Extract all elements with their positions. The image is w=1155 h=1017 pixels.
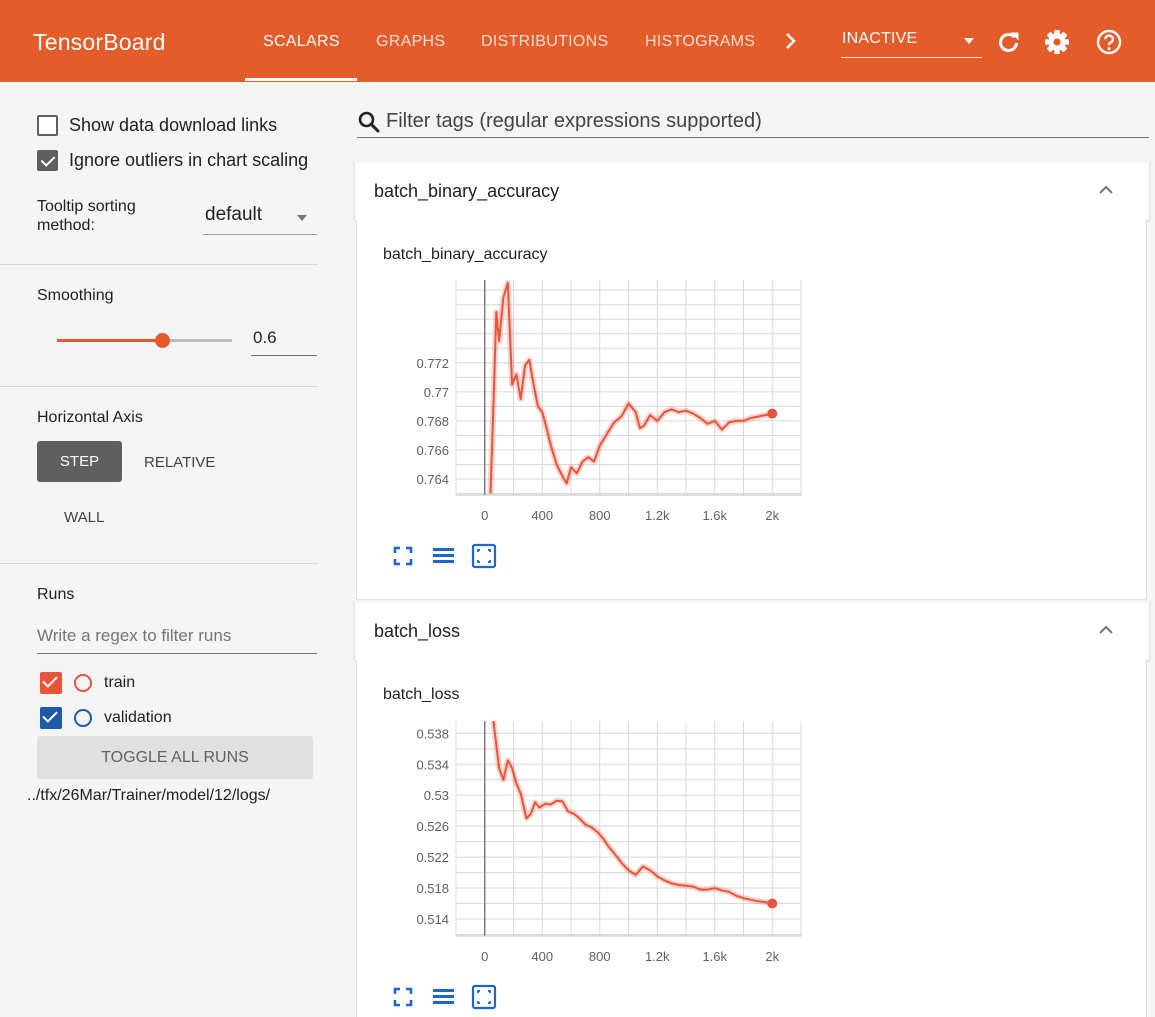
chevron-up-icon[interactable] [1098,184,1114,196]
log-scale-icon[interactable] [431,985,455,1009]
axis-step-button[interactable]: STEP [37,441,122,482]
smoothing-slider-thumb[interactable] [155,333,170,348]
search-icon [358,111,380,133]
checkbox-checked[interactable] [37,150,58,171]
show-download-links-label: Show data download links [69,115,278,135]
y-tick-label: 0.518 [416,881,449,896]
x-tick-label: 800 [589,508,611,523]
tooltip-sorting-label: Tooltip sorting method: [37,198,136,234]
y-tick-label: 0.53 [424,788,449,803]
chart-title: batch_loss [383,686,460,703]
ignore-outliers-checkbox[interactable]: Ignore outliers in chart scaling [37,150,319,171]
y-tick-label: 0.766 [416,443,449,458]
settings-icon[interactable] [1043,28,1071,56]
series-line-raw-train [487,279,773,494]
axis-wall-button[interactable]: WALL [64,509,104,526]
series-end-point-train [767,898,778,909]
ignore-outliers-label: Ignore outliers in chart scaling [69,150,309,170]
checkbox-unchecked[interactable] [37,115,58,136]
x-tick-label: 2k [765,508,779,523]
y-tick-label: 0.522 [416,850,449,865]
accuracy-chart[interactable]: 0 400 800 1.2k 1.6k 2k 0.764 0.766 0.768 0.77 0.77… [356,270,826,540]
divider [0,264,318,265]
log-scale-icon[interactable] [431,544,455,568]
run-checkbox-validation[interactable] [40,707,62,729]
toggle-all-runs-button[interactable]: TOGGLE ALL RUNS [37,736,313,779]
y-tick-label: 0.764 [416,472,449,487]
run-status-select[interactable]: INACTIVE [841,26,982,58]
y-tick-label: 0.772 [416,356,449,371]
chevron-down-icon [297,215,307,221]
chevron-right-icon[interactable] [781,30,801,58]
smoothing-slider[interactable] [57,333,232,348]
tab-histograms[interactable]: HISTOGRAMS [645,33,756,51]
x-tick-label: 1.6k [702,508,727,523]
y-tick-label: 0.534 [416,757,449,772]
smoothing-title: Smoothing [37,287,114,304]
refresh-icon[interactable] [995,28,1023,56]
axis-relative-button[interactable]: RELATIVE [144,454,215,471]
fullscreen-icon[interactable] [391,544,415,568]
run-name-validation: validation [104,709,172,726]
tooltip-sorting-select[interactable]: default [203,201,317,235]
tag-filter-placeholder: Filter tags (regular expressions support… [386,110,762,132]
card-title: batch_binary_accuracy [374,181,560,201]
tooltip-sorting-value: default [205,204,263,225]
x-tick-label: 1.6k [702,949,727,964]
run-name-train: train [104,674,136,691]
tab-graphs[interactable]: GRAPHS [376,33,445,51]
run-color-circle-icon [74,709,92,727]
run-color-circle-icon [74,674,92,692]
y-tick-label: 0.526 [416,819,449,834]
x-tick-label: 0 [481,949,488,964]
chevron-down-icon [964,38,974,44]
y-tick-label: 0.514 [416,912,449,927]
x-tick-label: 2k [765,949,779,964]
run-item-train[interactable]: train [40,672,135,694]
x-tick-label: 800 [589,949,611,964]
sidebar: Show data download links Ignore outliers… [0,82,320,1017]
x-tick-label: 400 [531,508,553,523]
smoothing-value-input[interactable]: 0.6 [251,322,317,356]
chevron-up-icon[interactable] [1098,624,1114,636]
log-directory-path: ../tfx/26Mar/Trainer/model/12/logs/ [27,787,271,804]
y-tick-label: 0.77 [424,385,449,400]
tab-scalars[interactable]: SCALARS [263,33,340,51]
smoothing-slider-fill [57,339,162,342]
card-title: batch_loss [374,621,461,641]
runs-title: Runs [37,586,75,603]
series-end-point-train [767,408,778,419]
fit-domain-icon[interactable] [471,543,497,569]
run-checkbox-train[interactable] [40,672,62,694]
x-tick-label: 1.2k [645,949,670,964]
tab-distributions[interactable]: DISTRIBUTIONS [481,33,608,51]
x-tick-label: 400 [531,949,553,964]
divider [0,563,318,564]
x-tick-label: 1.2k [645,508,670,523]
card-header-batch-loss[interactable]: batch_loss [355,602,1149,660]
card-header-batch-binary-accuracy[interactable]: batch_binary_accuracy [355,162,1149,220]
run-status-value: INACTIVE [842,30,918,47]
fullscreen-icon[interactable] [391,985,415,1009]
chart-title: batch_binary_accuracy [383,246,548,263]
y-tick-label: 0.768 [416,414,449,429]
app-title: TensorBoard [33,29,166,55]
run-item-validation[interactable]: validation [40,707,172,729]
show-download-links-checkbox[interactable]: Show data download links [37,115,277,136]
top-bar: TensorBoard SCALARS GRAPHS DISTRIBUTIONS… [0,0,1155,82]
fit-domain-icon[interactable] [471,984,497,1010]
y-tick-label: 0.538 [416,726,449,741]
loss-chart[interactable]: 0 400 800 1.2k 1.6k 2k 0.514 0.518 0.522 0.526 0.5… [356,711,826,981]
divider [0,386,318,387]
active-tab-indicator [245,78,357,81]
horizontal-axis-title: Horizontal Axis [37,409,143,426]
tag-filter-input[interactable]: Filter tags (regular expressions support… [357,103,1149,138]
runs-filter-input[interactable]: Write a regex to filter runs [37,621,317,654]
x-tick-label: 0 [481,508,488,523]
help-icon[interactable] [1095,28,1123,56]
